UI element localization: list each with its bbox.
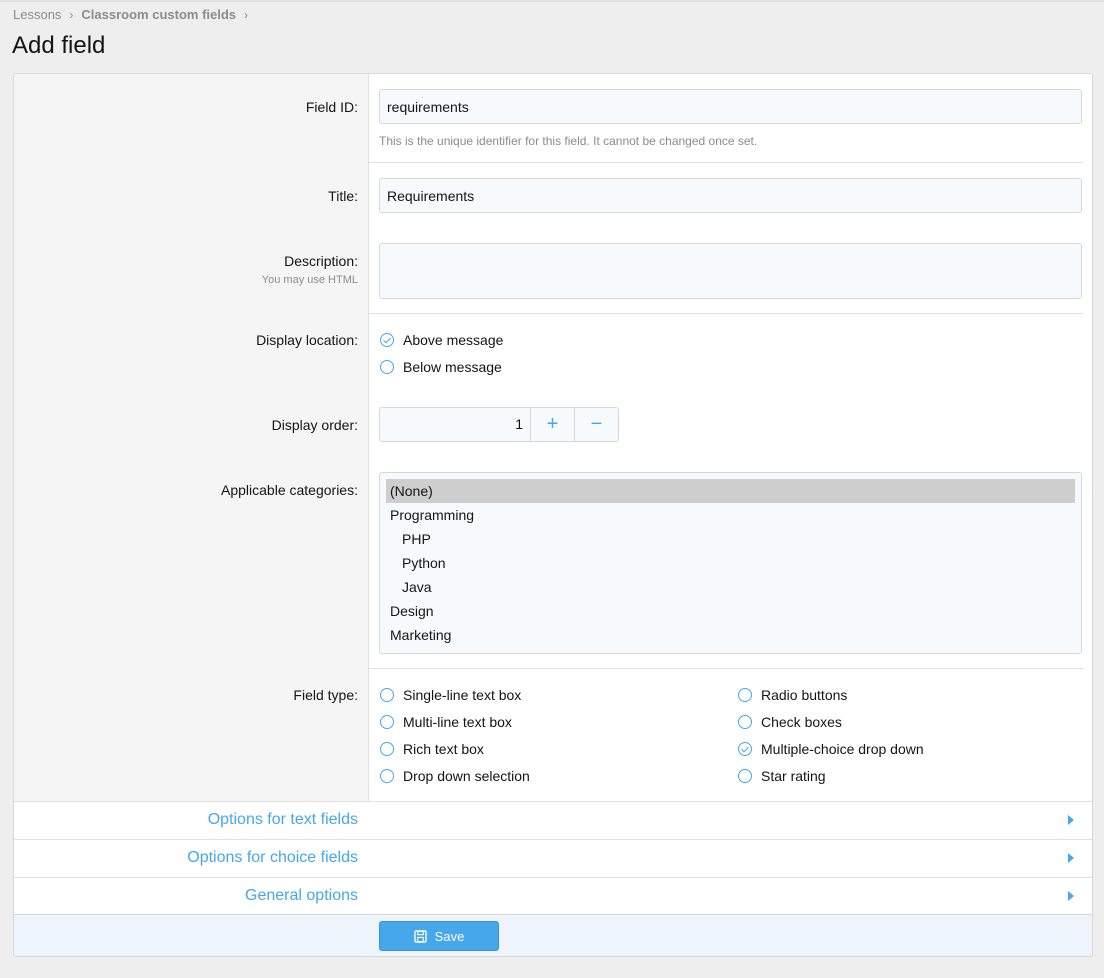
- radio-label: Check boxes: [761, 714, 842, 730]
- category-option-php[interactable]: PHP: [386, 527, 1075, 551]
- breadcrumb-classroom-custom-fields[interactable]: Classroom custom fields: [81, 7, 236, 22]
- section-options-for-choice-fields[interactable]: Options for choice fields: [14, 839, 1092, 877]
- radio-label: Multi-line text box: [403, 714, 512, 730]
- caret-right-icon: [1068, 891, 1074, 901]
- divider: [369, 313, 1083, 314]
- radio-label: Drop down selection: [403, 768, 530, 784]
- category-option-none[interactable]: (None): [386, 479, 1075, 503]
- section-label: General options: [245, 887, 358, 904]
- section-label: Options for choice fields: [187, 849, 358, 866]
- page-title: Add field: [12, 32, 106, 59]
- title-label: Title:: [328, 188, 358, 204]
- radio-checked-icon: [380, 333, 394, 347]
- radio-label: Radio buttons: [761, 687, 848, 703]
- chevron-right-icon: ›: [69, 7, 74, 22]
- description-label: Description:: [284, 253, 358, 269]
- radio-drop-down-selection[interactable]: Drop down selection: [380, 768, 530, 784]
- divider: [369, 162, 1083, 163]
- save-label: Save: [434, 928, 465, 944]
- category-option-design[interactable]: Design: [386, 599, 1075, 623]
- applicable-categories-label: Applicable categories:: [221, 482, 358, 498]
- breadcrumb: Lessons › Classroom custom fields ›: [13, 7, 256, 22]
- radio-unchecked-icon: [380, 360, 394, 374]
- display-order-label: Display order:: [271, 417, 358, 433]
- chevron-right-icon: ›: [244, 7, 249, 22]
- description-hint: You may use HTML: [261, 274, 358, 286]
- radio-label: Above message: [403, 332, 504, 348]
- radio-label: Multiple-choice drop down: [761, 741, 924, 757]
- radio-rich-text-box[interactable]: Rich text box: [380, 741, 484, 757]
- add-field-form: Field ID: This is the unique identifier …: [13, 73, 1093, 957]
- form-footer: Save: [14, 914, 1092, 956]
- increment-button[interactable]: +: [530, 408, 574, 441]
- radio-unchecked-icon: [380, 715, 394, 729]
- display-order-stepper: 1 + −: [379, 407, 619, 442]
- radio-multi-line-text-box[interactable]: Multi-line text box: [380, 714, 512, 730]
- save-icon: [413, 929, 427, 943]
- category-option-programming[interactable]: Programming: [386, 503, 1075, 527]
- display-order-value[interactable]: 1: [380, 408, 530, 441]
- field-id-label: Field ID:: [305, 99, 358, 115]
- radio-label: Star rating: [761, 768, 826, 784]
- radio-unchecked-icon: [380, 688, 394, 702]
- category-option-java[interactable]: Java: [386, 575, 1075, 599]
- radio-check-boxes[interactable]: Check boxes: [738, 714, 842, 730]
- title-input[interactable]: [379, 178, 1082, 213]
- divider: [369, 668, 1083, 669]
- caret-right-icon: [1068, 815, 1074, 825]
- field-id-input[interactable]: [379, 89, 1082, 124]
- radio-unchecked-icon: [738, 769, 752, 783]
- radio-multiple-choice-drop-down[interactable]: Multiple-choice drop down: [738, 741, 924, 757]
- radio-unchecked-icon: [380, 742, 394, 756]
- radio-label: Below message: [403, 359, 502, 375]
- radio-label: Rich text box: [403, 741, 484, 757]
- description-textarea[interactable]: [379, 243, 1082, 299]
- radio-below-message[interactable]: Below message: [380, 359, 502, 375]
- section-label: Options for text fields: [207, 811, 358, 828]
- radio-single-line-text-box[interactable]: Single-line text box: [380, 687, 521, 703]
- top-border: [0, 0, 1104, 2]
- display-location-label: Display location:: [256, 332, 358, 348]
- radio-above-message[interactable]: Above message: [380, 332, 503, 348]
- section-options-for-text-fields[interactable]: Options for text fields: [14, 801, 1092, 839]
- save-button[interactable]: Save: [379, 921, 499, 951]
- radio-unchecked-icon: [738, 688, 752, 702]
- caret-right-icon: [1068, 853, 1074, 863]
- radio-radio-buttons[interactable]: Radio buttons: [738, 687, 847, 703]
- radio-checked-icon: [738, 742, 752, 756]
- category-option-python[interactable]: Python: [386, 551, 1075, 575]
- radio-unchecked-icon: [738, 715, 752, 729]
- radio-star-rating[interactable]: Star rating: [738, 768, 826, 784]
- radio-label: Single-line text box: [403, 687, 522, 703]
- categories-listbox[interactable]: (None) Programming PHP Python Java Desig…: [379, 472, 1082, 654]
- field-type-label: Field type:: [293, 687, 358, 703]
- section-general-options[interactable]: General options: [14, 877, 1092, 915]
- radio-unchecked-icon: [380, 769, 394, 783]
- decrement-button[interactable]: −: [574, 408, 618, 441]
- category-option-marketing[interactable]: Marketing: [386, 623, 1075, 647]
- breadcrumb-lessons[interactable]: Lessons: [13, 7, 61, 22]
- field-id-hint: This is the unique identifier for this f…: [379, 134, 758, 148]
